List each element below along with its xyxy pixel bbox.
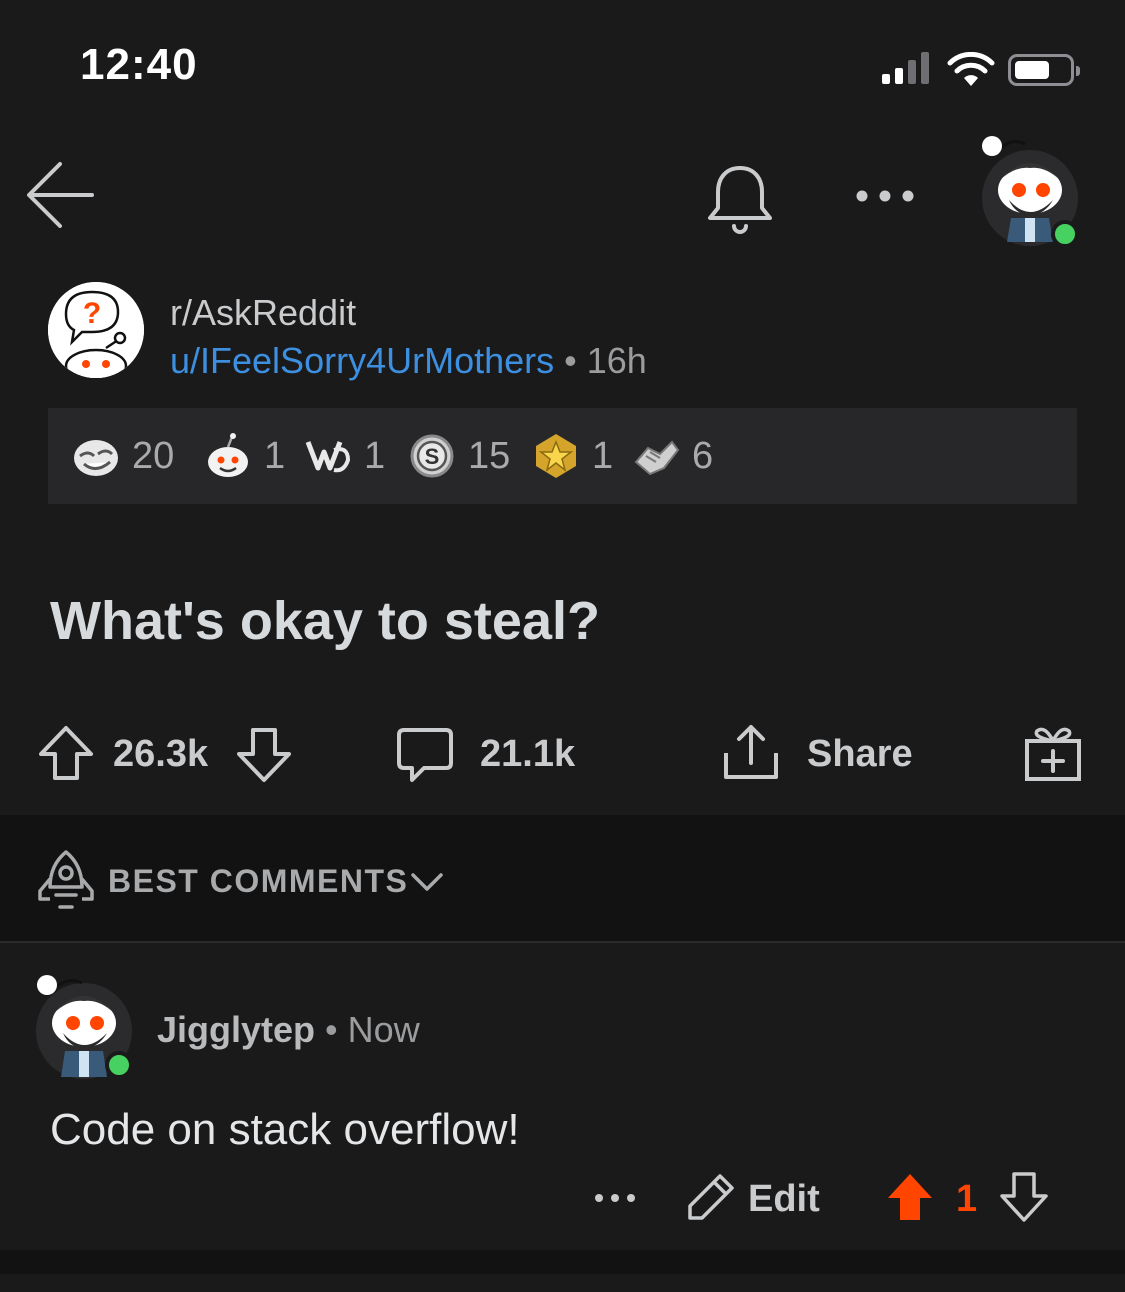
comment-separator: • bbox=[325, 1009, 338, 1050]
svg-text:?: ? bbox=[83, 297, 101, 330]
sort-label[interactable]: BEST COMMENTS bbox=[108, 863, 408, 900]
rocket-icon bbox=[38, 850, 94, 909]
awards-bar[interactable]: 20 1 1 S 15 1 6 bbox=[48, 408, 1077, 504]
share-button[interactable]: Share bbox=[807, 733, 913, 776]
post-actions: 26.3k 21.1k Share bbox=[0, 715, 1125, 810]
post-author-link[interactable]: u/IFeelSorry4UrMothers bbox=[170, 340, 554, 381]
snoo-award-icon bbox=[208, 433, 248, 477]
award-item[interactable]: 1 bbox=[304, 432, 385, 480]
comment-age: Now bbox=[347, 1009, 420, 1050]
list-divider bbox=[0, 1250, 1125, 1292]
comment-vote-count: 1 bbox=[956, 1178, 978, 1220]
back-arrow-icon[interactable] bbox=[24, 160, 96, 230]
upvoted-arrow-icon[interactable] bbox=[886, 1172, 934, 1222]
award-count: 1 bbox=[364, 434, 386, 477]
wifi-icon bbox=[947, 52, 995, 86]
award-count: 1 bbox=[264, 434, 286, 477]
comment-author[interactable]: Jigglytep bbox=[157, 1009, 315, 1050]
post-title[interactable]: What's okay to steal? bbox=[50, 590, 600, 652]
award-count: 6 bbox=[692, 434, 714, 477]
askreddit-logo-icon: ? bbox=[48, 282, 144, 378]
lol-award-icon bbox=[74, 440, 118, 476]
byline-separator: • bbox=[564, 340, 577, 381]
clapping-hands-award-icon bbox=[305, 441, 351, 473]
gift-award-icon[interactable] bbox=[1023, 723, 1083, 783]
status-time: 12:40 bbox=[80, 40, 198, 89]
gold-award-icon bbox=[536, 434, 576, 478]
user-avatar[interactable] bbox=[975, 132, 1085, 252]
award-item[interactable]: 1 bbox=[204, 432, 285, 480]
comment-body: Code on stack overflow! bbox=[50, 1105, 520, 1154]
subreddit-avatar[interactable]: ? bbox=[48, 282, 144, 378]
award-item[interactable]: 1 bbox=[532, 432, 613, 480]
comment-meta: Jigglytep • Now bbox=[157, 1009, 420, 1051]
pencil-icon[interactable] bbox=[686, 1172, 736, 1222]
award-count: 1 bbox=[592, 434, 614, 477]
award-item[interactable]: S 15 bbox=[408, 432, 510, 480]
award-count: 15 bbox=[468, 434, 511, 477]
svg-text:S: S bbox=[425, 444, 440, 469]
comment-actions: Edit 1 bbox=[0, 1170, 1125, 1230]
post-comment-count[interactable]: 21.1k bbox=[480, 733, 575, 776]
edit-button[interactable]: Edit bbox=[748, 1178, 820, 1221]
comment-item: Jigglytep • Now Code on stack overflow! … bbox=[0, 945, 1125, 1250]
subreddit-name[interactable]: r/AskReddit bbox=[170, 292, 356, 334]
downvote-arrow-icon[interactable] bbox=[236, 727, 292, 783]
comment-downvote-arrow-icon[interactable] bbox=[1000, 1172, 1048, 1222]
share-icon[interactable] bbox=[722, 723, 780, 781]
battery-icon bbox=[1008, 54, 1080, 86]
comment-bubble-icon[interactable] bbox=[396, 727, 454, 783]
handshake-award-icon bbox=[634, 440, 680, 476]
status-bar: 12:40 bbox=[0, 0, 1125, 130]
award-count: 20 bbox=[132, 434, 175, 477]
chevron-down-icon[interactable] bbox=[410, 871, 444, 893]
notification-bell-icon[interactable] bbox=[704, 164, 776, 236]
silver-award-icon: S bbox=[410, 434, 454, 478]
more-options-icon[interactable] bbox=[854, 188, 916, 204]
comment-sort-bar[interactable]: BEST COMMENTS bbox=[0, 815, 1125, 943]
post-byline: u/IFeelSorry4UrMothers • 16h bbox=[170, 340, 647, 382]
upvote-arrow-icon[interactable] bbox=[38, 725, 94, 781]
cellular-signal-icon bbox=[882, 52, 929, 84]
post-age: 16h bbox=[586, 340, 647, 381]
comment-author-avatar[interactable] bbox=[32, 965, 142, 1080]
post-header: ? r/AskReddit u/IFeelSorry4UrMothers • 1… bbox=[48, 282, 1088, 382]
top-navigation bbox=[0, 130, 1125, 270]
award-item[interactable]: 6 bbox=[632, 432, 713, 480]
award-item[interactable]: 20 bbox=[72, 432, 174, 480]
comment-more-options-icon[interactable] bbox=[594, 1192, 636, 1204]
post-vote-count: 26.3k bbox=[113, 733, 209, 775]
